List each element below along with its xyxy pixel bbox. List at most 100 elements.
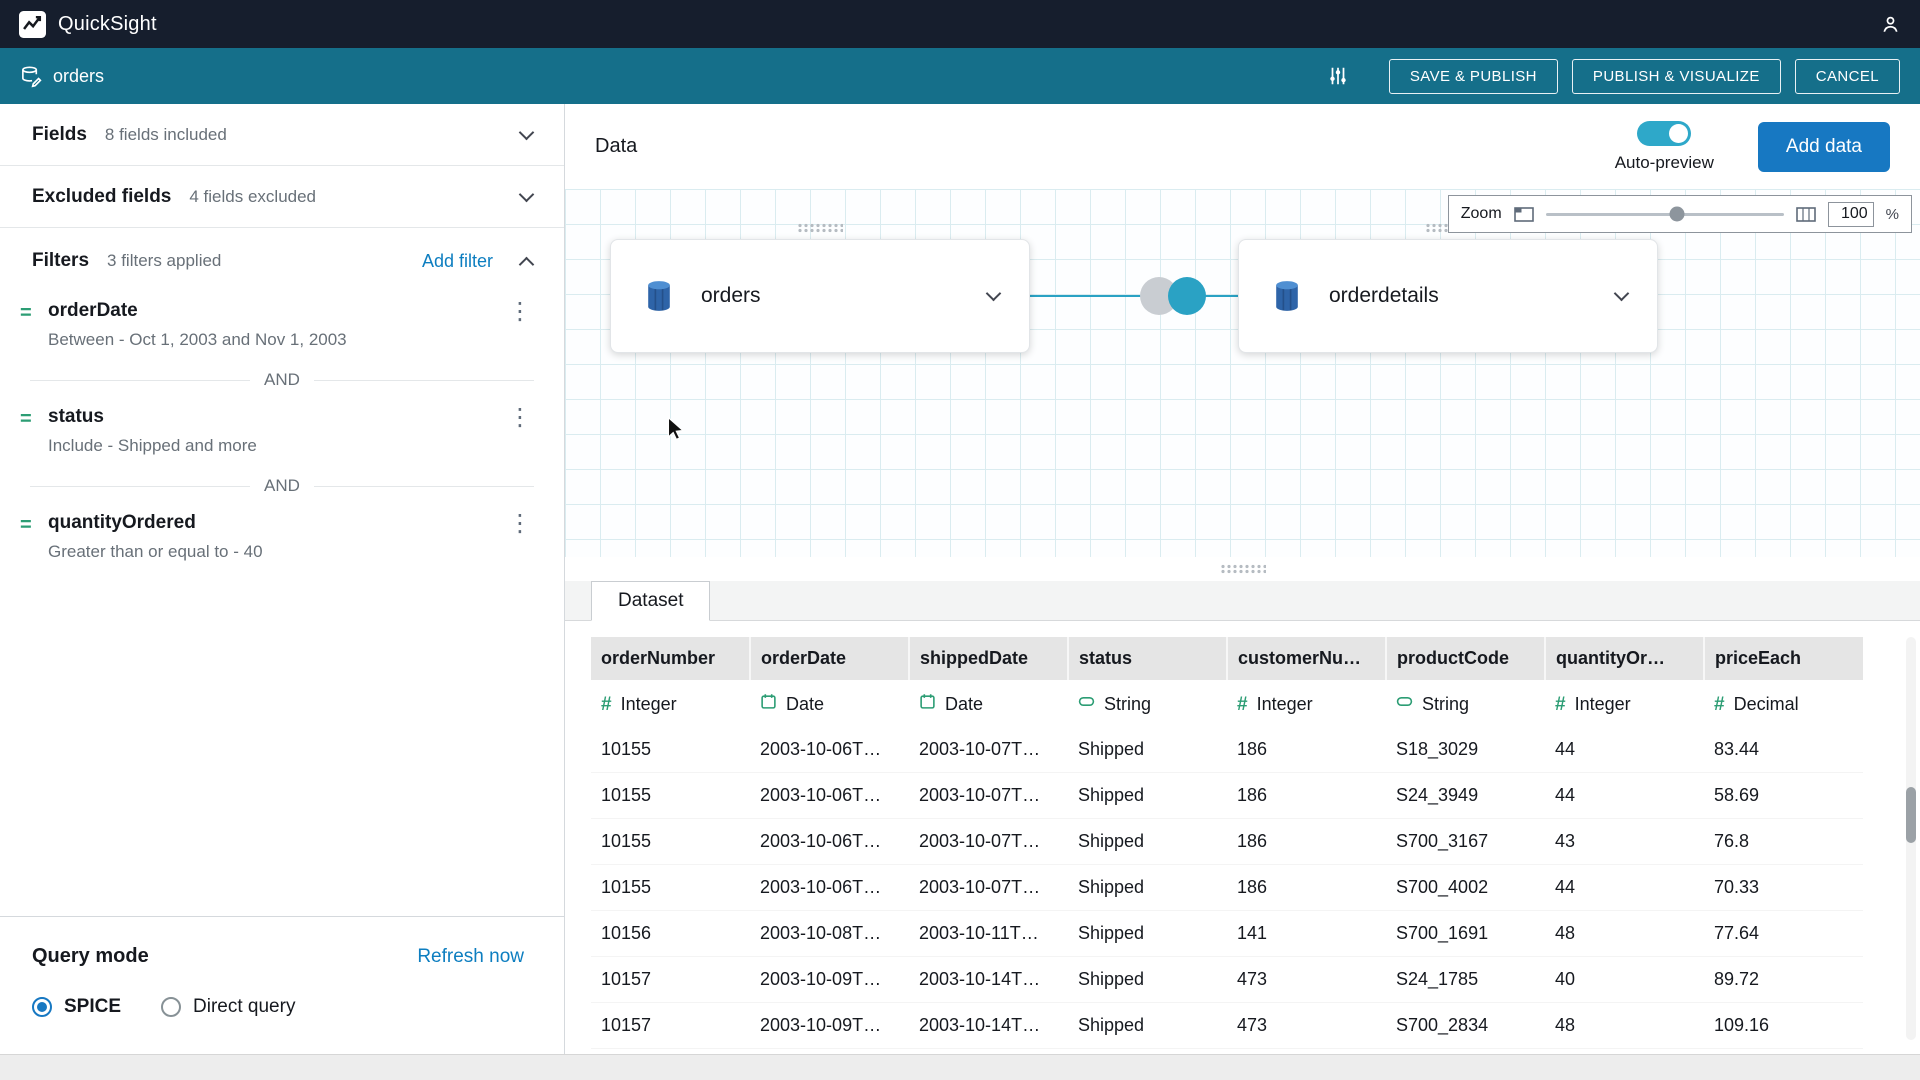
settings-sliders-icon[interactable] (1327, 65, 1349, 87)
quicksight-logo-icon[interactable] (18, 10, 46, 38)
table-cell: 77.64 (1704, 911, 1863, 957)
filter-field-name: quantityOrdered (48, 512, 263, 534)
column-type: #Integer (1227, 680, 1386, 727)
filter-item[interactable]: =quantityOrderedGreater than or equal to… (0, 506, 564, 572)
equals-filter-icon: = (20, 300, 44, 326)
filter-condition: Include - Shipped and more (48, 436, 257, 456)
type-label: Integer (1575, 694, 1631, 715)
filter-field-name: status (48, 406, 257, 428)
column-header[interactable]: orderNumber (591, 637, 750, 680)
zoom-control: Zoom 100 % (1448, 195, 1912, 233)
radio-direct-query[interactable]: Direct query (161, 996, 295, 1018)
kebab-menu-icon[interactable]: ⋮ (504, 300, 536, 324)
type-label: String (1104, 694, 1151, 715)
auto-preview-toggle[interactable] (1637, 121, 1691, 146)
filter-item[interactable]: =statusInclude - Shipped and more⋮ (0, 400, 564, 466)
filter-body: orderDateBetween - Oct 1, 2003 and Nov 1… (48, 300, 347, 350)
filter-field-name: orderDate (48, 300, 347, 322)
dataset-panel: Dataset orderNumberorderDateshippedDates… (565, 581, 1920, 1054)
table-body: 101552003-10-06T…2003-10-07T…Shipped186S… (591, 727, 1863, 1049)
filter-body: status Include - Shipped and more (48, 406, 257, 456)
divider (314, 486, 534, 487)
fit-to-screen-icon[interactable] (1796, 207, 1816, 222)
table-cell: 473 (1227, 957, 1386, 1003)
table-cell: 2003-10-07T… (909, 819, 1068, 865)
data-header: Data Auto-preview Add data (565, 104, 1920, 189)
join-connector-line (1030, 295, 1238, 297)
table-scrollbar[interactable] (1906, 637, 1916, 1040)
zoom-slider[interactable] (1546, 213, 1784, 216)
node-name: orders (701, 284, 761, 308)
publish-visualize-button[interactable]: PUBLISH & VISUALIZE (1572, 59, 1781, 94)
dataset-name[interactable]: orders (53, 66, 104, 87)
radio-unselected-icon (161, 997, 181, 1017)
query-mode-options: SPICE Direct query (32, 996, 524, 1018)
column-type: Date (909, 680, 1068, 727)
integer-icon: # (1555, 696, 1566, 713)
filter-condition: Greater than or equal to - 40 (48, 542, 263, 562)
zoom-slider-knob[interactable] (1669, 207, 1684, 222)
panel-drag-handle[interactable] (1220, 564, 1266, 574)
radio-spice[interactable]: SPICE (32, 996, 121, 1018)
chevron-up-icon[interactable] (519, 256, 535, 272)
panel-divider (565, 557, 1920, 581)
zoom-value-input[interactable]: 100 (1828, 202, 1874, 227)
excluded-fields-subtitle: 4 fields excluded (189, 187, 316, 207)
table-cell: 48 (1545, 1003, 1704, 1049)
column-header[interactable]: shippedDate (909, 637, 1068, 680)
chevron-down-icon[interactable] (986, 286, 1002, 302)
type-label: Date (945, 694, 983, 715)
column-header[interactable]: quantityOr… (1545, 637, 1704, 680)
column-header[interactable]: customerNu… (1227, 637, 1386, 680)
cancel-button[interactable]: CANCEL (1795, 59, 1900, 94)
fit-to-window-icon[interactable] (1514, 207, 1534, 222)
connector-label: AND (250, 476, 314, 496)
join-venn-right-icon[interactable] (1168, 277, 1206, 315)
column-header[interactable]: priceEach (1704, 637, 1863, 680)
table-row: 101552003-10-06T…2003-10-07T…Shipped186S… (591, 865, 1863, 911)
table-cell: S24_3949 (1386, 773, 1545, 819)
database-icon (641, 278, 677, 314)
table-cell: 89.72 (1704, 957, 1863, 1003)
table-node-orderdetails[interactable]: orderdetails (1238, 239, 1658, 353)
auto-preview-label: Auto-preview (1615, 153, 1714, 173)
table-cell: 2003-10-06T… (750, 865, 909, 911)
refresh-now-button[interactable]: Refresh now (417, 946, 524, 968)
table-node-orders[interactable]: orders (610, 239, 1030, 353)
drag-handle[interactable] (797, 223, 843, 233)
table-cell: Shipped (1068, 865, 1227, 911)
filter-connector: AND (0, 466, 564, 506)
add-filter-button[interactable]: Add filter (422, 251, 493, 272)
add-data-button[interactable]: Add data (1758, 122, 1890, 172)
filters-title: Filters (32, 250, 89, 272)
tab-dataset[interactable]: Dataset (591, 581, 710, 621)
save-publish-button[interactable]: SAVE & PUBLISH (1389, 59, 1558, 94)
excluded-fields-section-header[interactable]: Excluded fields 4 fields excluded (0, 166, 564, 228)
auto-preview-control: Auto-preview (1615, 121, 1714, 173)
table-cell: 2003-10-07T… (909, 773, 1068, 819)
sidebar: Fields 8 fields included Excluded fields… (0, 104, 565, 1054)
column-header[interactable]: status (1068, 637, 1227, 680)
column-header[interactable]: productCode (1386, 637, 1545, 680)
mouse-cursor (663, 415, 689, 446)
fields-subtitle: 8 fields included (105, 125, 227, 145)
table-row: 101572003-10-09T…2003-10-14T…Shipped473S… (591, 1003, 1863, 1049)
table-row: 101552003-10-06T…2003-10-07T…Shipped186S… (591, 819, 1863, 865)
chevron-down-icon[interactable] (1614, 286, 1630, 302)
fields-section-header[interactable]: Fields 8 fields included (0, 104, 564, 166)
divider (314, 380, 534, 381)
table-cell: 186 (1227, 773, 1386, 819)
filter-item[interactable]: =orderDateBetween - Oct 1, 2003 and Nov … (0, 294, 564, 360)
zoom-label: Zoom (1461, 205, 1502, 223)
table-cell: 58.69 (1704, 773, 1863, 819)
filters-list: =orderDateBetween - Oct 1, 2003 and Nov … (0, 294, 564, 572)
kebab-menu-icon[interactable]: ⋮ (504, 512, 536, 536)
table-cell: 186 (1227, 865, 1386, 911)
kebab-menu-icon[interactable]: ⋮ (504, 406, 536, 430)
table-cell: 10156 (591, 911, 750, 957)
user-icon[interactable] (1879, 13, 1902, 36)
column-header[interactable]: orderDate (750, 637, 909, 680)
filter-connector: AND (0, 360, 564, 400)
scrollbar-thumb[interactable] (1906, 787, 1916, 843)
column-type: String (1386, 680, 1545, 727)
